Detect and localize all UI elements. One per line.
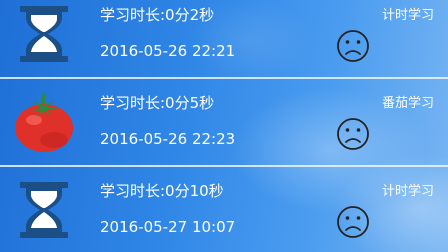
study-mode-label: 计时学习	[381, 184, 434, 199]
study-datetime: 2016-05-27 10:07	[100, 218, 236, 236]
study-mode-label: 计时学习	[381, 8, 434, 23]
list-item[interactable]: 学习时长:0分10秒 2016-05-27 10:07 计时学习	[0, 168, 448, 252]
hourglass-icon	[10, 0, 78, 68]
tomato-icon	[10, 88, 78, 156]
list-item[interactable]: 学习时长:0分2秒 2016-05-26 22:21 计时学习	[0, 0, 448, 76]
study-duration: 学习时长:0分5秒	[100, 94, 215, 112]
study-mode-label: 番茄学习	[381, 96, 434, 111]
hourglass-icon	[10, 176, 78, 244]
list-divider	[0, 77, 448, 79]
study-datetime: 2016-05-26 22:23	[100, 130, 236, 148]
sad-face-icon	[335, 28, 371, 64]
study-duration: 学习时长:0分2秒	[100, 6, 215, 24]
study-datetime: 2016-05-26 22:21	[100, 42, 236, 60]
list-item[interactable]: 学习时长:0分5秒 2016-05-26 22:23 番茄学习	[0, 80, 448, 164]
list-divider	[0, 165, 448, 167]
sad-face-icon	[335, 116, 371, 152]
study-duration: 学习时长:0分10秒	[100, 182, 224, 200]
sad-face-icon	[335, 204, 371, 240]
